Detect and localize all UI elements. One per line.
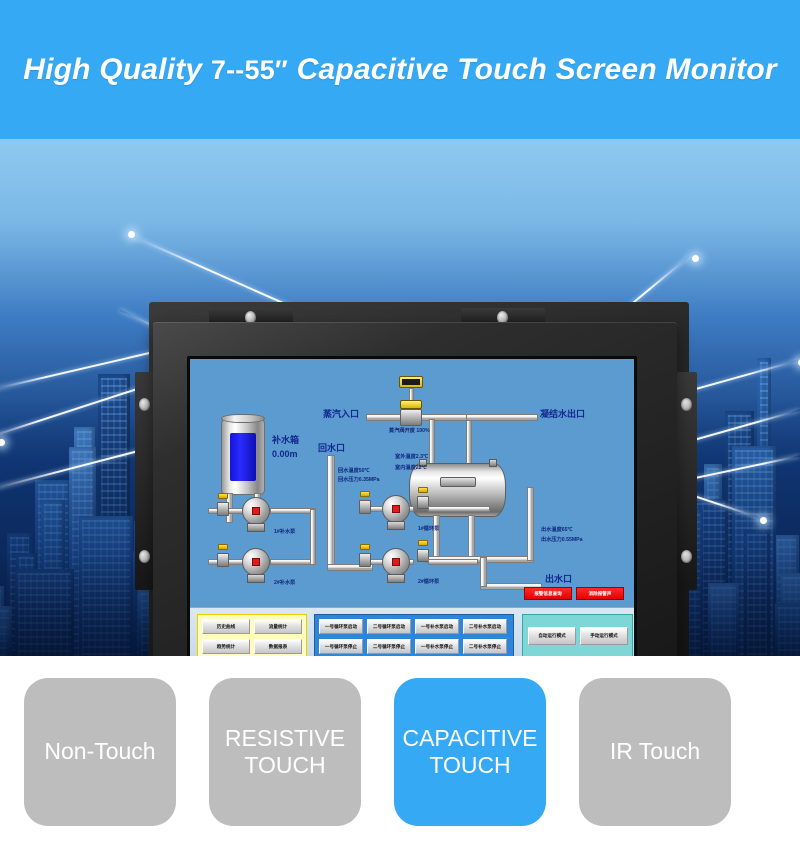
steam-control-valve	[400, 409, 422, 426]
pipe-circ-discharge-2	[428, 559, 478, 565]
label-supply-temp: 出水温度65℃	[541, 527, 573, 533]
vessel-leg-right	[468, 515, 475, 559]
data-button-3[interactable]: 数据报表	[254, 639, 302, 654]
touch-type-card-label: CAPACITIVE TOUCH	[402, 724, 538, 778]
hero-image: 蒸汽入口 蒸汽阀开度 100% 凝结水出口 补水箱 0.00m 回水口 回水温度…	[0, 139, 800, 656]
network-node	[760, 517, 767, 524]
makeup-pump-1-status	[252, 507, 260, 515]
screw-icon	[139, 398, 150, 411]
touch-type-card-1[interactable]: RESISTIVE TOUCH	[209, 678, 361, 826]
label-makeup-pump-1: 1#补水泵	[274, 529, 296, 535]
pipe-steam-drop	[429, 419, 435, 465]
control-button-7[interactable]: 二号补水泵停止	[463, 639, 507, 654]
vessel-leg-left	[433, 515, 440, 559]
network-node	[692, 255, 699, 262]
vessel-nozzle-top	[440, 477, 476, 487]
data-button-0[interactable]: 历史曲线	[202, 619, 250, 634]
control-button-6[interactable]: 一号补水泵停止	[415, 639, 459, 654]
circ-pump-1-base	[387, 521, 405, 530]
label-outdoor-temp: 室外温度2.3℃	[395, 454, 429, 460]
label-return-temp: 回水温度50℃	[338, 468, 370, 474]
screw-icon	[139, 550, 150, 563]
network-node	[128, 231, 135, 238]
network-node	[0, 439, 5, 446]
label-tank-level: 0.00m	[272, 449, 298, 459]
label-supply-outlet: 出水口	[545, 574, 573, 584]
control-button-1[interactable]: 二号循环泵启动	[367, 619, 411, 634]
circ-valve-1-cap	[360, 491, 370, 497]
label-indoor-temp: 室内温度22℃	[395, 465, 427, 471]
pipe-circ-discharge-1	[428, 506, 490, 512]
pipe-supply-elbow	[480, 557, 487, 587]
touch-type-card-row: Non-Touch RESISTIVE TOUCH CAPACITIVE TOUCH…	[0, 656, 800, 859]
pipe-makeup-riser-1	[310, 509, 316, 565]
touch-type-card-label: Non-Touch	[44, 738, 156, 765]
alarm-button-0[interactable]: 报警信息查询	[524, 587, 572, 600]
control-button-0[interactable]: 一号循环泵启动	[319, 619, 363, 634]
touch-type-card-3[interactable]: IR Touch	[579, 678, 731, 826]
makeup-pump-1-base	[247, 523, 265, 532]
mount-tab-left	[135, 372, 155, 590]
valve-actuator	[400, 400, 422, 409]
screw-icon	[681, 550, 692, 563]
alarm-button-1[interactable]: 消除报警声	[576, 587, 624, 600]
mode-button-0[interactable]: 自动运行模式	[528, 627, 576, 645]
control-button-2[interactable]: 一号补水泵启动	[415, 619, 459, 634]
label-supply-pressure: 出水压力0.55MPa	[541, 537, 583, 543]
makeup-valve-2-cap	[218, 544, 228, 550]
circulation-pump-2-status	[392, 558, 400, 566]
banner-size-range: 7--55″	[210, 54, 289, 85]
screen-frame: 蒸汽入口 蒸汽阀开度 100% 凝结水出口 补水箱 0.00m 回水口 回水温度…	[187, 356, 637, 656]
label-circ-pump-1: 1#循环泵	[418, 526, 440, 532]
label-tank-name: 补水箱	[272, 435, 300, 445]
touch-screen-display[interactable]: 蒸汽入口 蒸汽阀开度 100% 凝结水出口 补水箱 0.00m 回水口 回水温度…	[190, 359, 634, 656]
label-steam-valve-open: 蒸汽阀开度 100%	[389, 428, 430, 434]
touch-type-card-label: IR Touch	[609, 738, 701, 765]
pipe-supply-riser	[527, 487, 534, 561]
circ-pump-2-base	[387, 574, 405, 583]
tank-top-cap	[221, 414, 265, 423]
positioner-display	[402, 379, 420, 385]
control-button-4[interactable]: 一号循环泵停止	[319, 639, 363, 654]
vessel-saddle-right	[489, 459, 497, 467]
label-condensate-outlet: 凝结水出口	[540, 409, 586, 419]
makeup-valve-1-body	[217, 502, 229, 516]
hmi-diagram: 蒸汽入口 蒸汽阀开度 100% 凝结水出口 补水箱 0.00m 回水口 回水温度…	[190, 359, 634, 656]
circ-valve-2-body	[359, 553, 371, 567]
makeup-pump-2-status	[252, 558, 260, 566]
mode-button-1[interactable]: 手动运行模式	[580, 627, 628, 645]
label-makeup-pump-2: 2#补水泵	[274, 580, 296, 586]
banner-text-before: High Quality	[23, 52, 211, 86]
tank-level-indicator	[230, 433, 256, 481]
header-banner: High Quality 7--55″ Capacitive Touch Scr…	[0, 0, 800, 139]
touch-type-card-2[interactable]: CAPACITIVE TOUCH	[394, 678, 546, 826]
pipe-return-riser	[327, 455, 335, 571]
circ-valve-2-cap	[360, 544, 370, 550]
pipe-condensate-run	[466, 414, 538, 421]
data-button-1[interactable]: 流量统计	[254, 619, 302, 634]
makeup-pump-2-base	[247, 574, 265, 583]
makeup-valve-2-body	[217, 553, 229, 567]
touch-type-card-0[interactable]: Non-Touch	[24, 678, 176, 826]
monitor-product: 蒸汽入口 蒸汽阀开度 100% 凝结水出口 补水箱 0.00m 回水口 回水温度…	[131, 302, 697, 656]
control-button-5[interactable]: 二号循环泵停止	[367, 639, 411, 654]
circ-outlet-valve-2-cap	[418, 540, 428, 546]
page-title: High Quality 7--55″ Capacitive Touch Scr…	[23, 53, 777, 87]
data-button-2[interactable]: 趋势统计	[202, 639, 250, 654]
mount-tab-right	[677, 372, 697, 590]
banner-text-after: Capacitive Touch Screen Monitor	[288, 52, 777, 86]
label-return-inlet: 回水口	[318, 443, 346, 453]
screw-icon	[681, 398, 692, 411]
circ-valve-1-body	[359, 500, 371, 514]
circ-outlet-valve-1-cap	[418, 487, 428, 493]
control-button-3[interactable]: 二号补水泵启动	[463, 619, 507, 634]
circulation-pump-1-status	[392, 505, 400, 513]
label-steam-inlet: 蒸汽入口	[323, 409, 360, 419]
label-return-pressure: 回水压力0.35MPa	[338, 477, 380, 483]
touch-type-card-label: RESISTIVE TOUCH	[224, 724, 346, 778]
pipe-condensate-drop	[466, 419, 472, 465]
makeup-valve-1-cap	[218, 493, 228, 499]
label-circ-pump-2: 2#循环泵	[418, 579, 440, 585]
